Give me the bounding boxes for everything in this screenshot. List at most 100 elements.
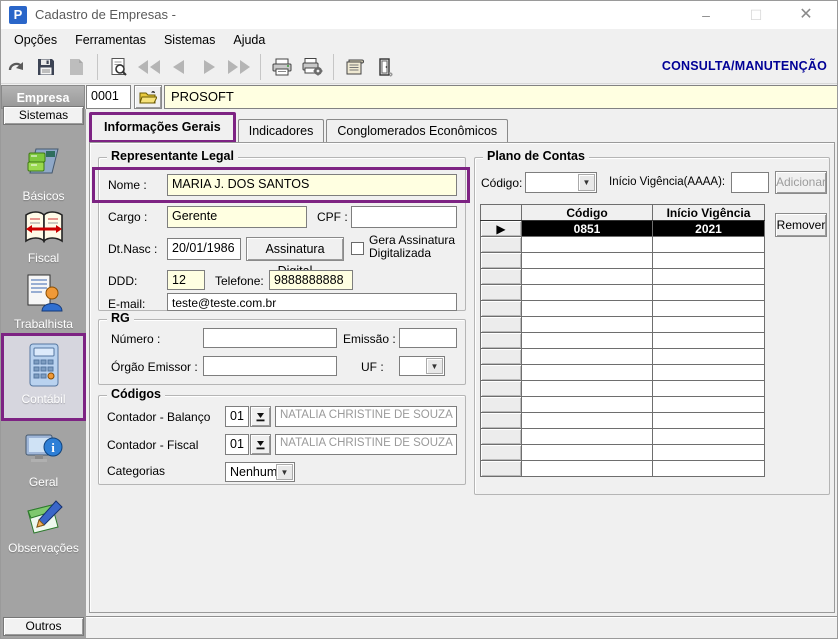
row-selector-cell[interactable] — [480, 332, 522, 349]
cell-codigo[interactable] — [521, 428, 653, 445]
table-row-empty[interactable] — [480, 412, 765, 429]
cell-inicio[interactable] — [652, 428, 765, 445]
contador-fiscal-lookup-button[interactable] — [250, 434, 271, 455]
save-button[interactable] — [31, 53, 61, 81]
sidebar-item-basicos[interactable]: Básicos — [1, 143, 86, 203]
cell-inicio[interactable] — [652, 332, 765, 349]
cell-inicio[interactable] — [652, 316, 765, 333]
ddd-field[interactable]: 12 — [167, 270, 205, 290]
table-row-empty[interactable] — [480, 444, 765, 461]
previous-record-button[interactable] — [164, 53, 194, 81]
sidebar-item-geral[interactable]: i Geral — [1, 431, 86, 489]
categorias-combo[interactable]: Nenhum ▼ — [225, 462, 295, 482]
table-row-empty[interactable] — [480, 284, 765, 301]
sidebar-item-contabil[interactable]: Contábil — [1, 333, 86, 421]
cell-codigo[interactable]: 0851 — [521, 220, 653, 237]
row-selector-cell[interactable] — [480, 348, 522, 365]
row-selector-cell[interactable]: ▶ — [480, 220, 522, 237]
cell-codigo[interactable] — [521, 364, 653, 381]
cell-inicio[interactable] — [652, 364, 765, 381]
sidebar-item-trabalhista[interactable]: Trabalhista — [1, 271, 86, 331]
empresa-name-field[interactable]: PROSOFT — [164, 85, 837, 109]
print-button[interactable] — [267, 53, 297, 81]
cell-inicio[interactable] — [652, 412, 765, 429]
menu-ferramentas[interactable]: Ferramentas — [66, 31, 155, 49]
cell-inicio[interactable] — [652, 268, 765, 285]
email-field[interactable]: teste@teste.com.br — [167, 293, 457, 311]
contador-fiscal-code-field[interactable]: 01 — [225, 434, 249, 455]
sidebar-outros-button[interactable]: Outros — [3, 617, 84, 636]
row-selector-cell[interactable] — [480, 460, 522, 477]
row-selector-cell[interactable] — [480, 284, 522, 301]
chevron-down-icon[interactable]: ▼ — [426, 358, 443, 374]
row-selector-cell[interactable] — [480, 236, 522, 253]
dtnasc-field[interactable]: 20/01/1986 — [167, 238, 241, 260]
cell-codigo[interactable] — [521, 380, 653, 397]
cell-codigo[interactable] — [521, 396, 653, 413]
rg-orgao-field[interactable] — [203, 356, 337, 376]
sidebar-item-fiscal[interactable]: Fiscal — [1, 209, 86, 265]
table-row-empty[interactable] — [480, 268, 765, 285]
cell-codigo[interactable] — [521, 348, 653, 365]
sidebar-item-observacoes[interactable]: Observações — [1, 497, 86, 555]
plano-codigo-combo[interactable]: ▼ — [525, 172, 597, 193]
plano-inicio-field[interactable] — [731, 172, 769, 193]
minimize-button[interactable]: – — [683, 1, 729, 29]
maximize-button[interactable]: ☐ — [733, 1, 779, 29]
contador-balanco-lookup-button[interactable] — [250, 406, 271, 427]
exit-button[interactable] — [370, 53, 400, 81]
menu-ajuda[interactable]: Ajuda — [224, 31, 274, 49]
rg-numero-field[interactable] — [203, 328, 337, 348]
sidebar-sistemas-button[interactable]: Sistemas — [3, 106, 84, 125]
menu-opcoes[interactable]: Opções — [5, 31, 66, 49]
row-selector-cell[interactable] — [480, 412, 522, 429]
table-row-empty[interactable] — [480, 300, 765, 317]
cpf-field[interactable] — [351, 206, 457, 228]
close-button[interactable]: ✕ — [783, 1, 829, 29]
table-row-empty[interactable] — [480, 332, 765, 349]
cell-codigo[interactable] — [521, 444, 653, 461]
cell-codigo[interactable] — [521, 284, 653, 301]
nome-field[interactable]: MARIA J. DOS SANTOS — [167, 174, 457, 196]
cell-inicio[interactable] — [652, 444, 765, 461]
adicionar-button[interactable]: Adicionar — [775, 171, 827, 194]
last-record-button[interactable] — [224, 53, 254, 81]
row-selector-cell[interactable] — [480, 268, 522, 285]
telefone-field[interactable]: 9888888888 — [269, 270, 353, 290]
menu-sistemas[interactable]: Sistemas — [155, 31, 224, 49]
table-row-empty[interactable] — [480, 364, 765, 381]
tab-indicadores[interactable]: Indicadores — [237, 119, 325, 143]
cell-inicio[interactable] — [652, 252, 765, 269]
cell-inicio[interactable] — [652, 380, 765, 397]
empresa-code-input[interactable]: 0001 — [86, 85, 131, 109]
chevron-down-icon[interactable]: ▼ — [276, 464, 293, 480]
cell-codigo[interactable] — [521, 332, 653, 349]
cell-inicio[interactable] — [652, 348, 765, 365]
rg-uf-combo[interactable]: ▼ — [399, 356, 445, 376]
next-record-button[interactable] — [194, 53, 224, 81]
tab-informacoes-gerais[interactable]: Informações Gerais — [89, 112, 236, 143]
delete-button[interactable] — [61, 53, 91, 81]
cell-inicio[interactable] — [652, 460, 765, 477]
empresa-lookup-button[interactable] — [134, 85, 162, 109]
table-row-empty[interactable] — [480, 396, 765, 413]
table-row-empty[interactable] — [480, 460, 765, 477]
cell-codigo[interactable] — [521, 316, 653, 333]
tab-conglomerados[interactable]: Conglomerados Econômicos — [326, 119, 509, 143]
cell-inicio[interactable] — [652, 300, 765, 317]
table-row-empty[interactable] — [480, 380, 765, 397]
cargo-field[interactable]: Gerente — [167, 206, 307, 228]
remover-button[interactable]: Remover — [775, 213, 827, 237]
rg-emissao-field[interactable] — [399, 328, 457, 348]
cell-inicio[interactable] — [652, 236, 765, 253]
chevron-down-icon[interactable]: ▼ — [578, 174, 595, 191]
row-selector-cell[interactable] — [480, 428, 522, 445]
cell-codigo[interactable] — [521, 268, 653, 285]
undo-button[interactable] — [1, 53, 31, 81]
row-selector-cell[interactable] — [480, 252, 522, 269]
table-row-empty[interactable] — [480, 316, 765, 333]
print-setup-button[interactable] — [297, 53, 327, 81]
cell-inicio[interactable] — [652, 284, 765, 301]
gera-assinatura-checkbox[interactable] — [351, 242, 364, 255]
assinatura-digital-button[interactable]: Assinatura Digital — [246, 237, 344, 278]
